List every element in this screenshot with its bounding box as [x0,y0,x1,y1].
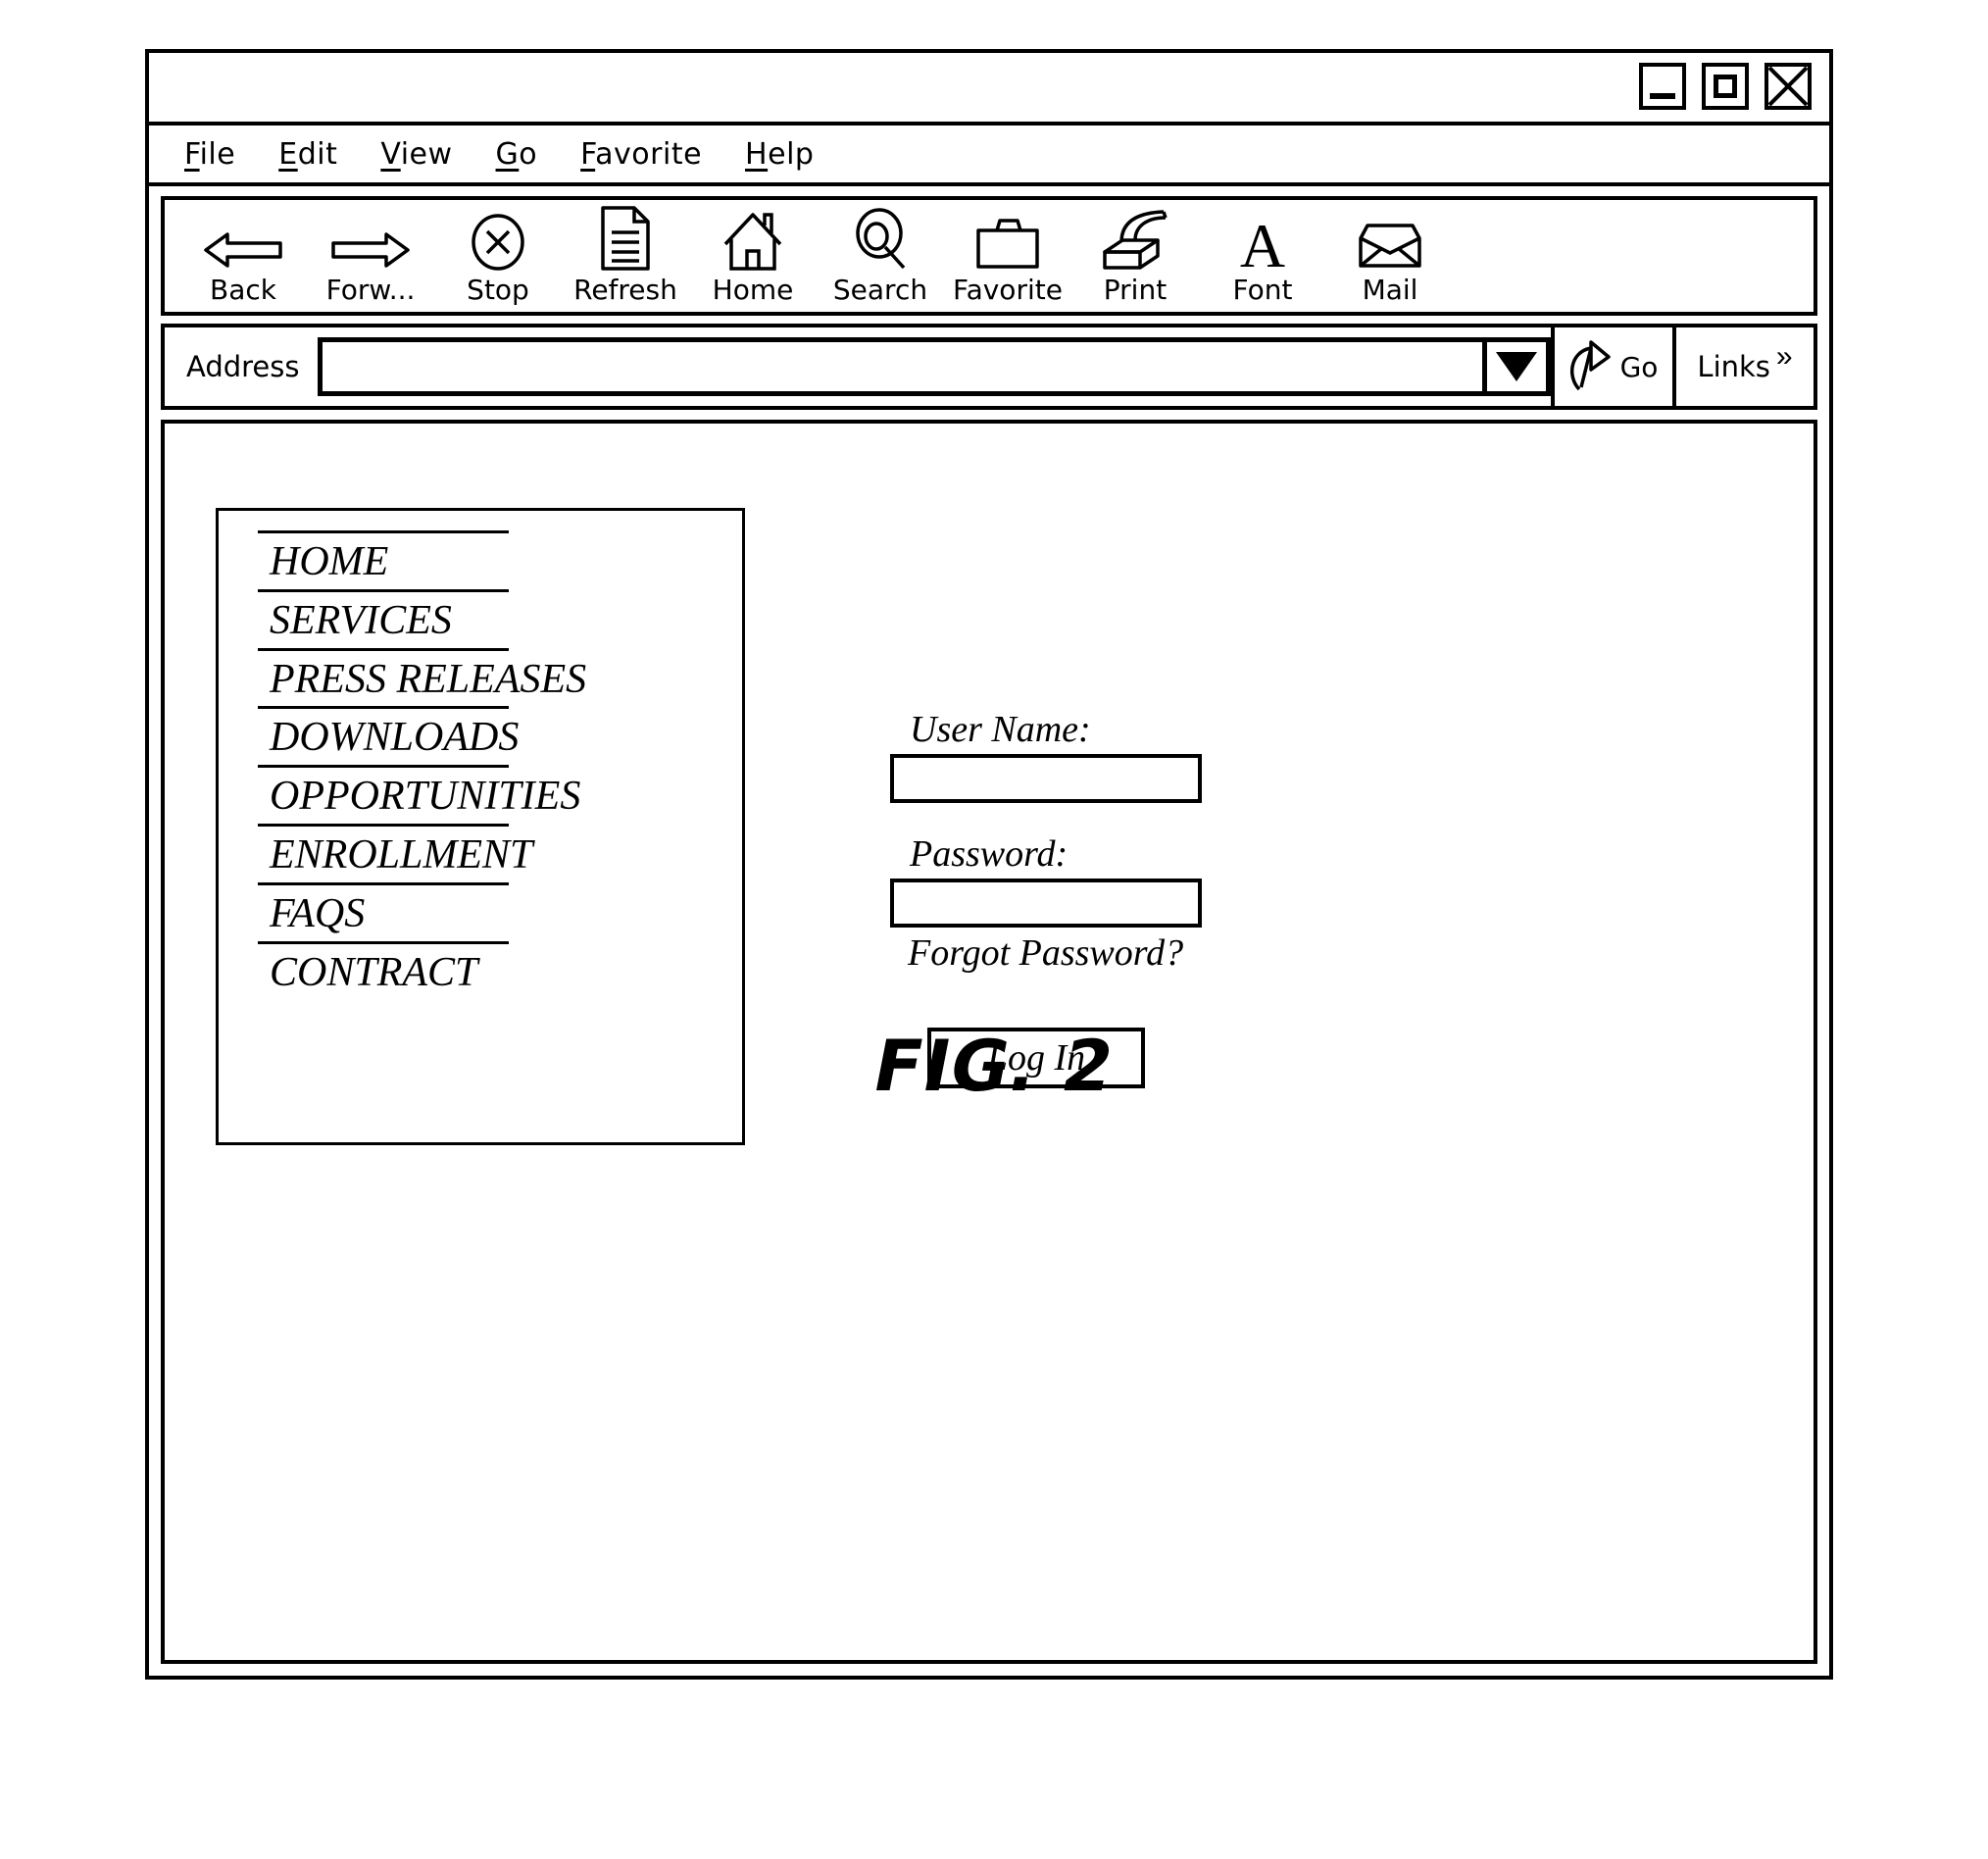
toolbar-button-forward[interactable]: Forw... [310,207,431,306]
menu-item-label: ile [199,136,236,172]
address-dropdown-button[interactable] [1482,342,1546,391]
password-input[interactable] [890,878,1202,928]
menu-item-help[interactable]: Help [745,137,814,172]
menu-item-label: dit [297,136,338,172]
toolbar-container: Back Forw... Stop Refresh Home Search Fa… [149,186,1829,324]
document-icon [599,206,652,272]
window-controls [1639,63,1812,110]
menu-accel: F [580,136,596,172]
toolbar-label: Refresh [573,274,677,306]
address-label: Address [186,350,300,383]
menu-accel: F [184,136,200,172]
menu-accel: H [745,136,769,172]
links-button[interactable]: Links » [1672,327,1814,406]
nav-item-label: CONTRACT [270,949,478,995]
toolbar-label: Font [1232,274,1293,306]
magnifier-icon [850,207,911,272]
toolbar-label: Favorite [953,274,1063,306]
browser-window: File Edit View Go Favorite Help Back For… [145,49,1833,1680]
menu-accel: G [495,136,520,172]
menu-item-favorite[interactable]: Favorite [580,137,702,172]
site-navigation-list: HOME SERVICES PRESS RELEASES DOWNLOADS O… [258,530,587,1000]
nav-item-label: OPPORTUNITIES [270,774,581,820]
nav-item-label: FAQS [270,890,366,936]
menu-item-label: avorite [595,136,703,172]
maximize-button[interactable] [1702,63,1749,110]
nav-item-downloads[interactable]: DOWNLOADS [258,706,520,765]
toolbar-label: Back [210,274,276,306]
envelope-icon [1356,207,1424,272]
nav-item-label: SERVICES [270,597,452,643]
password-label: Password: [910,832,1069,875]
double-chevron-right-icon: » [1775,340,1793,373]
site-navigation-box: HOME SERVICES PRESS RELEASES DOWNLOADS O… [216,508,745,1145]
go-arrow-icon [1569,340,1611,391]
toolbar-label: Home [712,274,794,306]
toolbar-button-back[interactable]: Back [182,207,304,306]
chevron-down-icon [1496,352,1537,381]
toolbar-button-stop[interactable]: Stop [437,207,559,306]
menu-item-label: iew [400,136,453,172]
stop-circle-x-icon [469,207,527,272]
toolbar-button-home[interactable]: Home [692,207,814,306]
toolbar-button-font[interactable]: A Font [1202,207,1323,306]
toolbar-label: Search [832,274,928,306]
close-button[interactable] [1764,63,1812,110]
address-field[interactable] [317,337,1551,396]
username-label: User Name: [910,709,1091,750]
nav-item-label: PRESS RELEASES [270,656,587,702]
printer-icon [1099,207,1171,272]
nav-item-enrollment[interactable]: ENROLLMENT [258,824,533,882]
arrow-left-icon [202,207,284,272]
maximize-icon [1714,75,1737,98]
menu-item-label: o [519,136,538,172]
minimize-icon [1650,93,1675,99]
toolbar-label: Mail [1362,274,1418,306]
figure-caption: FIG. 2 [867,1025,1121,1107]
nav-item-label: DOWNLOADS [270,715,520,761]
nav-item-press-releases[interactable]: PRESS RELEASES [258,647,587,707]
folder-icon [973,207,1042,272]
toolbar-button-favorite[interactable]: Favorite [947,207,1069,306]
address-bar: Address Go Links » [161,324,1817,410]
menu-item-view[interactable]: View [380,137,452,172]
title-bar [149,53,1829,126]
nav-item-services[interactable]: SERVICES [258,588,509,648]
forgot-password-link[interactable]: Forgot Password? [890,931,1223,976]
toolbar-button-refresh[interactable]: Refresh [565,206,686,306]
menu-item-file[interactable]: File [184,137,235,172]
minimize-button[interactable] [1639,63,1686,110]
toolbar-label: Forw... [325,274,416,306]
toolbar-label: Stop [467,274,529,306]
nav-item-opportunities[interactable]: OPPORTUNITIES [258,765,581,824]
toolbar-button-mail[interactable]: Mail [1329,207,1451,306]
nav-item-home[interactable]: HOME [258,530,509,589]
links-label: Links [1697,350,1770,383]
menu-item-go[interactable]: Go [496,137,538,172]
menu-accel: E [278,136,298,172]
house-icon [721,207,785,272]
close-icon [1768,67,1808,106]
address-bar-container: Address Go Links » [149,324,1829,420]
address-input[interactable] [322,342,1482,391]
username-input[interactable] [890,753,1202,803]
toolbar-label: Print [1103,274,1168,306]
nav-item-faqs[interactable]: FAQS [258,881,509,941]
toolbar-button-search[interactable]: Search [820,207,941,306]
menu-accel: V [380,136,401,172]
go-label: Go [1619,350,1659,383]
toolbar-button-print[interactable]: Print [1074,207,1196,306]
nav-item-label: ENROLLMENT [270,832,533,879]
nav-item-label: HOME [270,539,389,584]
arrow-right-icon [329,207,412,272]
go-button[interactable]: Go [1551,327,1672,406]
nav-item-contract[interactable]: CONTRACT [258,940,509,1000]
menu-item-edit[interactable]: Edit [278,137,337,172]
letter-a-icon: A [1235,207,1290,272]
svg-text:A: A [1240,211,1285,272]
toolbar: Back Forw... Stop Refresh Home Search Fa… [161,196,1817,316]
menu-item-label: elp [768,136,815,172]
menu-bar: File Edit View Go Favorite Help [149,126,1829,186]
